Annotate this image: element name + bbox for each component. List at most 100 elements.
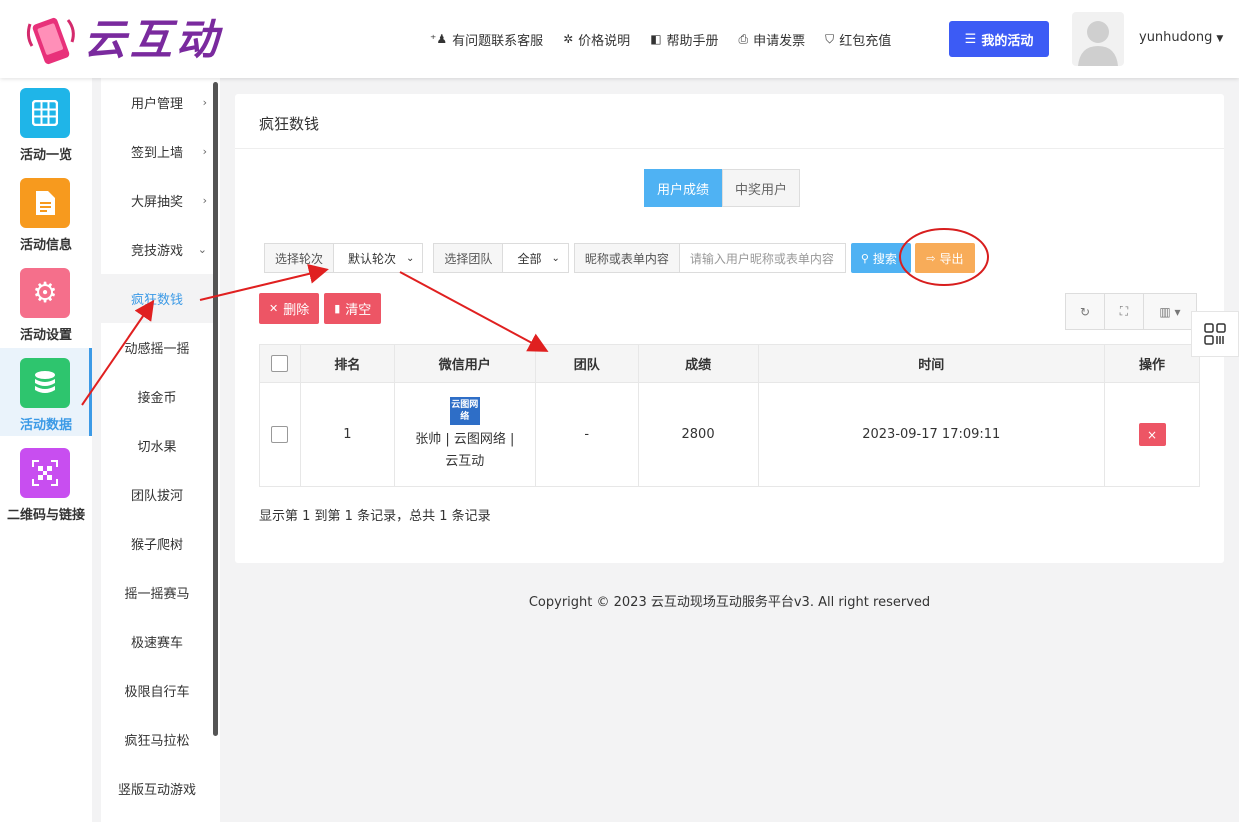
divider xyxy=(235,148,1224,149)
delete-button[interactable]: ✕ 删除 xyxy=(259,293,320,324)
qrcode-icon xyxy=(1204,323,1226,345)
column-header[interactable]: 微信用户 xyxy=(393,344,536,383)
nav-label: 红包充值 xyxy=(839,33,892,49)
row-checkbox[interactable] xyxy=(271,426,289,443)
select-all-checkbox[interactable] xyxy=(271,355,289,372)
avatar[interactable] xyxy=(1072,12,1124,66)
sidebar-item-activity-info[interactable]: 活动信息 xyxy=(0,168,92,256)
round-select[interactable]: 默认轮次 ⌄ xyxy=(334,243,424,273)
qrcode-icon xyxy=(20,448,70,498)
menu-item-tug-of-war[interactable]: 团队拔河 xyxy=(101,470,213,519)
menu-item-monkey-climb[interactable]: 猴子爬树 xyxy=(101,519,213,568)
team-select[interactable]: 全部 ⌄ xyxy=(503,243,569,273)
menu-item-crazy-money-count[interactable]: 疯狂数钱 xyxy=(101,274,213,323)
round-select-label: 选择轮次 xyxy=(264,243,335,273)
footer-copyright: Copyright © 2023 云互动现场互动服务平台v3. All righ… xyxy=(528,595,931,610)
my-activity-button[interactable]: ☰ 我的活动 xyxy=(949,21,1049,57)
top-nav: ⁺♟ 有问题联系客服 ✲ 价格说明 ◧ 帮助手册 ⎙ 申请发票 ⛉ 红包充值 xyxy=(430,0,911,78)
user-avatar-icon xyxy=(1078,21,1118,66)
operation-cell: × xyxy=(1104,382,1200,487)
nav-label: 申请发票 xyxy=(753,33,806,49)
team-select-value: 全部 xyxy=(517,251,542,266)
nav-help-manual[interactable]: ◧ 帮助手册 xyxy=(650,30,718,49)
user-menu[interactable]: yunhudong ▼ xyxy=(1139,30,1223,45)
menu-scrollbar[interactable] xyxy=(213,82,218,736)
sidebar-item-label: 活动数据 xyxy=(19,418,72,433)
menu-item-label: 疯狂马拉松 xyxy=(124,734,190,749)
document-icon xyxy=(20,178,70,228)
content-card: 疯狂数钱 用户成绩 中奖用户 选择轮次 默认轮次 ⌄ 选择团队 全部 ⌄ 昵称或表单… xyxy=(235,94,1224,563)
chevron-down-icon: ⌄ xyxy=(197,243,207,256)
menu-item-label: 团队拔河 xyxy=(130,489,183,504)
keyword-input[interactable]: 请输入用户昵称或表单内容 xyxy=(679,243,846,273)
select-all-cell xyxy=(259,344,301,383)
column-header[interactable]: 成绩 xyxy=(637,344,759,383)
phone-logo-icon xyxy=(26,17,75,65)
menu-item-speed-racing[interactable]: 极速赛车 xyxy=(101,617,213,666)
menu-item-label: 摇一摇赛马 xyxy=(124,587,190,602)
wechat-user-cell: 云图网络 张帅 | 云图网络 | 云互动 xyxy=(393,382,536,487)
menu-item-label: 签到上墙 xyxy=(130,146,183,161)
tab-winners[interactable]: 中奖用户 xyxy=(722,169,801,207)
refresh-button[interactable]: ↻ xyxy=(1065,293,1105,330)
trash-icon: ▮ xyxy=(334,302,341,315)
grid-icon xyxy=(20,88,70,138)
column-header[interactable]: 操作 xyxy=(1104,344,1200,383)
menu-item-marathon[interactable]: 疯狂马拉松 xyxy=(101,715,213,764)
menu-item-label: 极限自行车 xyxy=(124,685,190,700)
nav-red-packet-recharge[interactable]: ⛉ 红包充值 xyxy=(825,30,891,49)
menu-item-extreme-bike[interactable]: 极限自行车 xyxy=(101,666,213,715)
chevron-right-icon: › xyxy=(202,194,207,207)
floating-qrcode-button[interactable] xyxy=(1191,311,1239,357)
columns-toggle-button[interactable]: ▥ ▾ xyxy=(1143,293,1197,330)
sidebar-item-activity-overview[interactable]: 活动一览 xyxy=(0,78,92,166)
chevron-down-icon: ⌄ xyxy=(406,252,415,264)
row-delete-button[interactable]: × xyxy=(1138,423,1166,446)
menu-item-competitive-games[interactable]: 竞技游戏 ⌄ xyxy=(101,225,213,274)
clear-button-label: 清空 xyxy=(345,303,372,318)
close-icon: ✕ xyxy=(269,302,279,315)
table-toolbar: ↻ ⛶ ▥ ▾ xyxy=(1065,293,1197,330)
refresh-icon: ↻ xyxy=(1079,304,1091,319)
chevron-down-icon: ⌄ xyxy=(551,252,560,264)
menu-item-horse-race[interactable]: 摇一摇赛马 xyxy=(101,568,213,617)
menu-item-catch-coins[interactable]: 接金币 xyxy=(101,372,213,421)
export-button-label: 导出 xyxy=(939,251,964,266)
nav-contact-support[interactable]: ⁺♟ 有问题联系客服 xyxy=(430,30,543,49)
menu-item-screen-lottery[interactable]: 大屏抽奖 › xyxy=(101,176,213,225)
menu-item-label: 竞技游戏 xyxy=(130,244,183,259)
brand-logo[interactable]: 云互动 xyxy=(20,10,230,70)
chevron-right-icon: › xyxy=(202,96,207,109)
search-button-label: 搜索 xyxy=(872,251,897,266)
column-header[interactable]: 团队 xyxy=(534,344,639,383)
menu-item-shake[interactable]: 动感摇一摇 xyxy=(101,323,213,372)
export-button[interactable]: ⇨ 导出 xyxy=(914,243,975,273)
caret-down-icon: ▼ xyxy=(1216,34,1224,44)
delete-button-label: 删除 xyxy=(283,303,310,318)
table-row: 1 云图网络 张帅 | 云图网络 | 云互动 - 2800 2023-09-17… xyxy=(259,382,1200,487)
sidebar-item-activity-settings[interactable]: ⚙ 活动设置 xyxy=(0,258,92,346)
search-button[interactable]: ⚲ 搜索 xyxy=(850,243,911,273)
team-cell: - xyxy=(534,382,639,487)
clear-button[interactable]: ▮ 清空 xyxy=(324,293,382,324)
result-tabs: 用户成绩 中奖用户 xyxy=(644,169,801,207)
menu-item-fruit-cut[interactable]: 切水果 xyxy=(101,421,213,470)
sidebar-item-activity-data[interactable]: 活动数据 xyxy=(0,348,92,436)
column-header[interactable]: 排名 xyxy=(299,344,395,383)
scores-table: 排名 微信用户 团队 成绩 时间 操作 1 云图网络 张帅 | 云图网络 | 云… xyxy=(259,344,1200,487)
column-header[interactable]: 时间 xyxy=(757,344,1106,383)
tab-user-scores[interactable]: 用户成绩 xyxy=(644,169,723,207)
menu-item-user-management[interactable]: 用户管理 › xyxy=(101,78,213,127)
fullscreen-icon: ⛶ xyxy=(1119,304,1129,318)
nav-pricing[interactable]: ✲ 价格说明 xyxy=(563,30,630,49)
sidebar-item-qrcode-links[interactable]: 二维码与链接 xyxy=(0,438,92,526)
secondary-menu: 用户管理 › 签到上墙 › 大屏抽奖 › 竞技游戏 ⌄ 疯狂数钱 动感摇一摇 接金币 切… xyxy=(101,78,220,822)
time-cell: 2023-09-17 17:09:11 xyxy=(757,382,1106,487)
my-activity-label: 我的活动 xyxy=(981,33,1034,49)
shield-check-icon: ⛉ xyxy=(825,31,835,46)
table-header-row: 排名 微信用户 团队 成绩 时间 操作 xyxy=(259,344,1200,383)
nav-invoice[interactable]: ⎙ 申请发票 xyxy=(739,30,806,49)
fullscreen-button[interactable]: ⛶ xyxy=(1104,293,1144,330)
menu-item-vertical-games[interactable]: 竖版互动游戏 xyxy=(101,764,213,813)
menu-item-checkin-wall[interactable]: 签到上墙 › xyxy=(101,127,213,176)
